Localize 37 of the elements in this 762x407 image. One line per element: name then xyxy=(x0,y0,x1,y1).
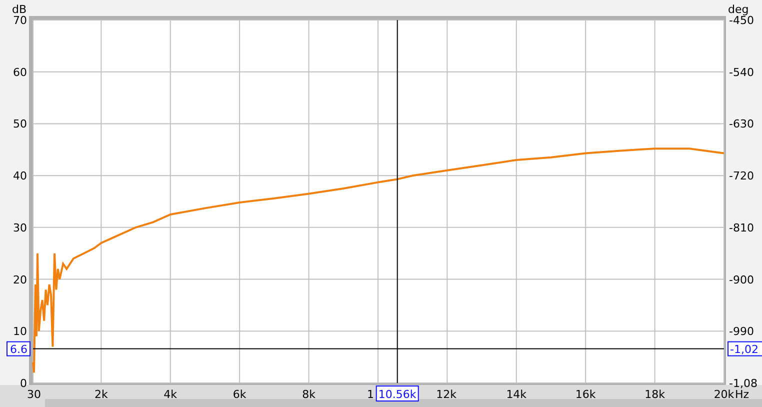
axis-label: 1 xyxy=(366,388,374,401)
axis-label: -630 xyxy=(729,118,754,131)
axis-label: 0 xyxy=(20,377,27,390)
axis-label: 50 xyxy=(13,118,27,131)
cursor-readout: 10.56k xyxy=(376,386,419,402)
cursor-line[interactable] xyxy=(396,20,398,384)
axis-label: 30 xyxy=(27,388,41,401)
cursor-readout: -1,02 xyxy=(728,341,762,356)
scrollbar[interactable] xyxy=(45,399,762,407)
axis-label: -1,08 xyxy=(729,377,758,390)
axis-title: dB xyxy=(12,3,27,16)
axis-label: 16k xyxy=(575,388,596,401)
axis-label: 40 xyxy=(13,170,27,183)
axis-label: 10 xyxy=(13,325,27,338)
axis-label: 20k xyxy=(714,388,734,401)
ref-line-label: 6.6 xyxy=(10,342,28,356)
axis-label: -810 xyxy=(729,221,754,234)
axis-label: -990 xyxy=(729,325,754,338)
axis-label: 2k xyxy=(94,388,108,401)
axis-label: 60 xyxy=(13,66,27,79)
axis-label: -720 xyxy=(729,170,754,183)
axis-label: 8k xyxy=(302,388,316,401)
axis-title: Hz xyxy=(735,388,750,401)
axis-label: 18k xyxy=(644,388,665,401)
axis-label: 12k xyxy=(436,388,457,401)
cursor-readout: 6.6 xyxy=(6,341,30,356)
axis-label: 6k xyxy=(232,388,246,401)
axis-label: -540 xyxy=(729,66,754,79)
axis-label: 4k xyxy=(164,388,178,401)
axis-label: -900 xyxy=(729,273,754,286)
axis-label: -450 xyxy=(729,14,754,27)
axis-label: 30 xyxy=(13,221,27,234)
axis-label: 20 xyxy=(13,273,27,286)
axis-label: 70 xyxy=(13,14,27,27)
axis-label: 14k xyxy=(506,388,527,401)
cursor-line[interactable] xyxy=(32,348,724,350)
axis-title: deg xyxy=(728,3,749,16)
